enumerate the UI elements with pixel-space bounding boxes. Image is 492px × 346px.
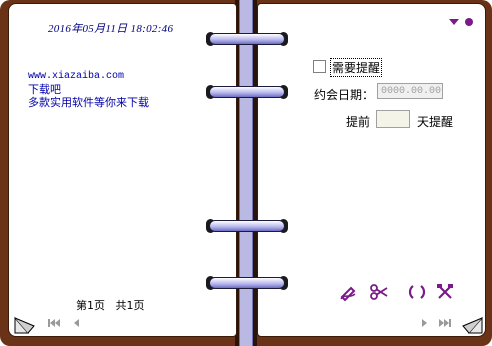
remind-before-label: 提前 [346,115,371,129]
next-page-icon [422,319,427,327]
page-curl-right[interactable] [461,314,483,334]
note-line: www.xiazaiba.com [28,71,125,82]
page-curl-left[interactable] [14,314,36,334]
edit-button[interactable] [339,283,359,302]
remind-days-suffix: 天提醒 [417,115,454,129]
page-curl-icon [14,316,35,334]
edit-icon [340,286,356,302]
first-page-icon [48,319,60,327]
page-curl-icon [462,316,483,334]
page-total: 共1页 [115,299,145,312]
prev-page-icon [74,319,79,327]
last-page-icon [439,319,451,327]
first-page-button[interactable] [48,318,62,331]
note-text[interactable]: www.xiazaiba.com 下载吧 多款实用软件等你来下载 [28,70,149,109]
tools-icon [437,284,453,299]
note-line: 下载吧 [28,83,61,96]
link-button[interactable] [407,283,427,301]
binder-ring [209,33,285,45]
prev-page-button[interactable] [72,318,80,331]
last-page-button[interactable] [437,318,451,331]
note-datetime: 2016年05月11日 18:02:46 [48,23,174,35]
note-line: 多款实用软件等你来下载 [28,96,149,109]
link-icon [408,285,426,299]
next-page-button[interactable] [421,318,429,331]
tools-button[interactable] [436,283,456,301]
date-label: 约会日期： [314,88,375,102]
binder-ring [209,277,285,289]
spine-binding [239,0,253,346]
need-reminder-label[interactable]: 需要提醒 [330,58,383,77]
remind-days-field[interactable] [376,110,410,128]
cut-icon [370,284,388,300]
binder-ring [209,86,285,98]
page-current: 第1页 [76,299,105,312]
close-dot-icon[interactable] [465,18,473,26]
menu-dropdown-icon[interactable] [449,19,459,25]
need-reminder-checkbox[interactable] [313,60,326,73]
page-indicator: 第1页 共1页 [76,297,145,313]
binder-ring [209,220,285,232]
left-page [8,3,237,337]
cut-button[interactable] [369,283,389,301]
appointment-date-field[interactable]: 0000.00.00 [377,83,443,99]
